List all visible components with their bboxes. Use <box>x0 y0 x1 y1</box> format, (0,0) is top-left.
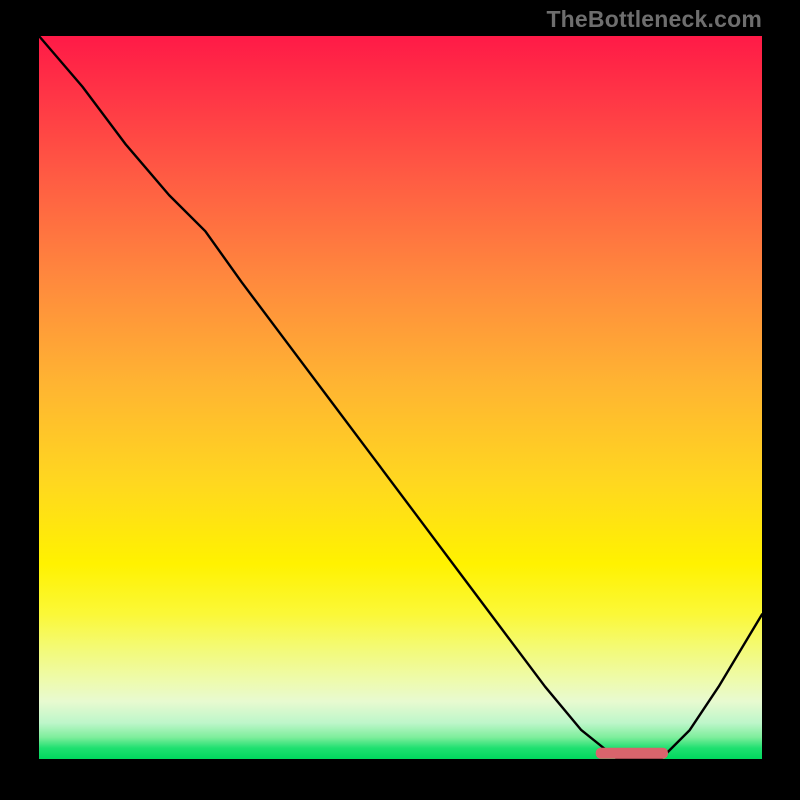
chart-frame: TheBottleneck.com <box>0 0 800 800</box>
watermark-text: TheBottleneck.com <box>546 6 762 33</box>
bottleneck-curve-path <box>39 36 762 759</box>
chart-overlay <box>39 36 762 759</box>
optimal-range-marker <box>596 748 668 759</box>
